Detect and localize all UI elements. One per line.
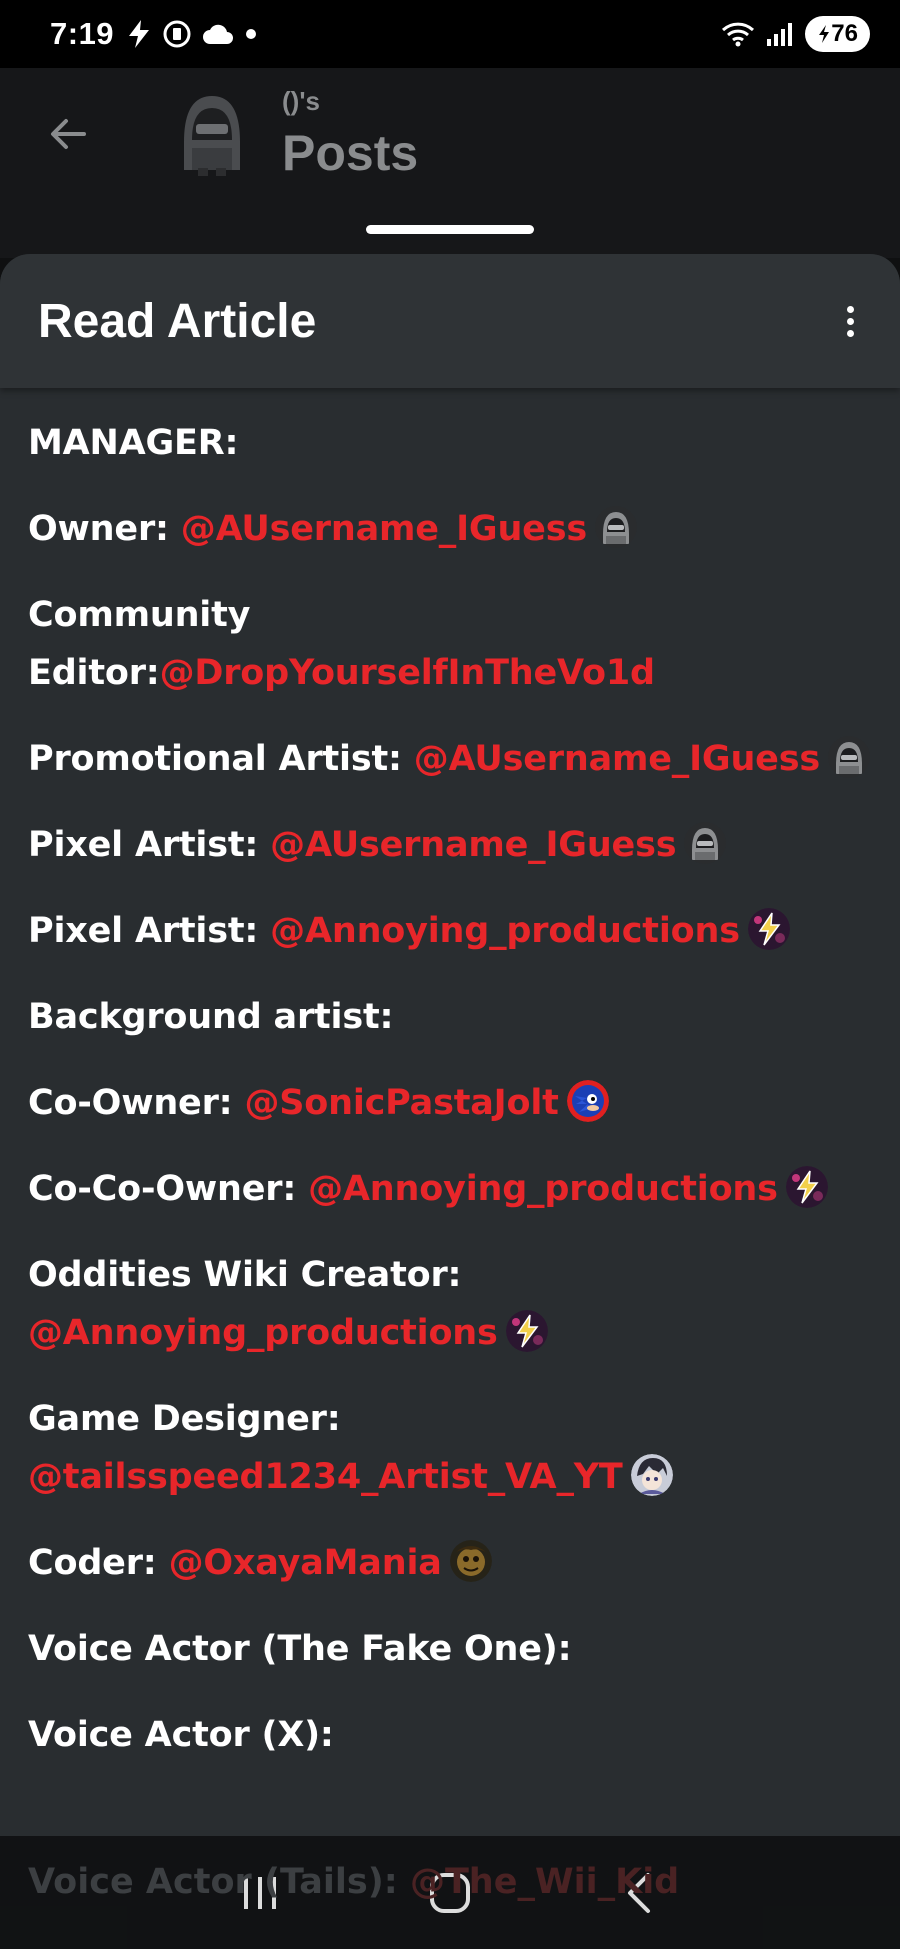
article-line: Background artist:: [28, 988, 872, 1046]
status-right: 76: [721, 16, 870, 52]
status-time: 7:19: [50, 16, 115, 51]
article-body: MANAGER: Owner: @AUsername_IGuess Commun…: [0, 388, 900, 1764]
user-mention-link[interactable]: @OxayaMania: [169, 1543, 442, 1583]
user-mention-link[interactable]: @Annoying_productions: [28, 1313, 498, 1353]
line-label: Background artist:: [28, 997, 394, 1037]
header-title: Posts: [282, 125, 419, 181]
hooded-avatar-icon: [684, 822, 727, 864]
article-line: Voice Actor (The Fake One):: [28, 1620, 872, 1678]
sonic-avatar-icon: [566, 1080, 609, 1122]
line-label: Voice Actor (The Fake One):: [28, 1629, 572, 1669]
line-label: Coder:: [28, 1543, 169, 1583]
article-line: Owner: @AUsername_IGuess: [28, 500, 872, 558]
user-mention-link[interactable]: @AUsername_IGuess: [270, 825, 676, 865]
article-line: Co-Owner: @SonicPastaJolt: [28, 1074, 872, 1132]
hooded-avatar-icon: [827, 736, 870, 778]
user-mention-link[interactable]: @tailsspeed1234_Artist_VA_YT: [28, 1457, 623, 1497]
media-icon: [162, 19, 192, 49]
article-line: Pixel Artist: @Annoying_productions: [28, 902, 872, 960]
face-avatar-icon: [449, 1540, 492, 1582]
sheet-title: Read Article: [38, 294, 317, 348]
status-bar: 7:19 76: [0, 0, 900, 68]
dot-icon: [244, 27, 258, 41]
line-label: Voice Actor (Tails):: [28, 1862, 410, 1902]
line-label: Co-Co-Owner:: [28, 1169, 309, 1209]
flash-icon: [126, 19, 152, 49]
battery-indicator: 76: [805, 16, 870, 52]
read-article-sheet: Read Article MANAGER: Owner: @AUsername_…: [0, 254, 900, 1949]
more-options-icon[interactable]: [838, 301, 862, 341]
back-arrow-icon[interactable]: [44, 110, 92, 158]
line-label: Game Designer:: [28, 1399, 341, 1439]
line-label-part: Community: [28, 595, 251, 635]
wifi-icon: [721, 20, 755, 48]
article-line: Voice Actor (X):: [28, 1706, 872, 1764]
bolt-avatar-icon: [505, 1310, 548, 1352]
hooded-avatar-icon: [594, 506, 637, 548]
article-line: MANAGER:: [28, 414, 872, 472]
user-mention-link[interactable]: @Annoying_productions: [270, 911, 740, 951]
bolt-avatar-icon: [785, 1166, 828, 1208]
line-label: Promotional Artist:: [28, 739, 414, 779]
article-line: Pixel Artist: @AUsername_IGuess: [28, 816, 872, 874]
article-line: Co-Co-Owner: @Annoying_productions: [28, 1160, 872, 1218]
line-label: Co-Owner:: [28, 1083, 245, 1123]
article-line: Community Editor:@DropYourselfInTheVo1d: [28, 586, 872, 702]
signal-icon: [765, 21, 795, 47]
status-left-icons: [126, 19, 258, 49]
line-label: MANAGER:: [28, 423, 239, 463]
profile-avatar[interactable]: [176, 90, 248, 178]
line-label-part: Editor:: [28, 653, 160, 693]
bolt-avatar-icon: [747, 908, 790, 950]
line-label: Oddities Wiki Creator:: [28, 1255, 462, 1295]
article-line: Game Designer: @tailsspeed1234_Artist_VA…: [28, 1390, 872, 1506]
article-line: Promotional Artist: @AUsername_IGuess: [28, 730, 872, 788]
article-line: Oddities Wiki Creator: @Annoying_product…: [28, 1246, 872, 1362]
article-line: Coder: @OxayaMania: [28, 1534, 872, 1592]
anime-avatar-icon: [630, 1454, 673, 1496]
user-mention-link[interactable]: @AUsername_IGuess: [414, 739, 820, 779]
user-mention-link[interactable]: @Annoying_productions: [308, 1169, 778, 1209]
line-label: Pixel Artist:: [28, 825, 271, 865]
line-label: Owner:: [28, 509, 181, 549]
line-label: Voice Actor (X):: [28, 1715, 334, 1755]
sheet-header: Read Article: [0, 254, 900, 388]
cloud-icon: [202, 22, 234, 46]
user-mention-link[interactable]: @The_Wii_Kid: [410, 1862, 679, 1902]
faded-article-line: Voice Actor (Tails): @The_Wii_Kid: [28, 1862, 679, 1902]
user-mention-link[interactable]: @SonicPastaJolt: [244, 1083, 558, 1123]
sheet-drag-handle[interactable]: [366, 225, 534, 234]
header-subtitle: ()'s: [282, 86, 320, 116]
user-mention-link[interactable]: @DropYourselfInTheVo1d: [160, 653, 655, 693]
battery-level: 76: [831, 20, 858, 47]
app-header: ()'s Posts: [0, 68, 900, 258]
user-mention-link[interactable]: @AUsername_IGuess: [181, 509, 587, 549]
line-label: Pixel Artist:: [28, 911, 271, 951]
charging-icon: [819, 25, 830, 43]
